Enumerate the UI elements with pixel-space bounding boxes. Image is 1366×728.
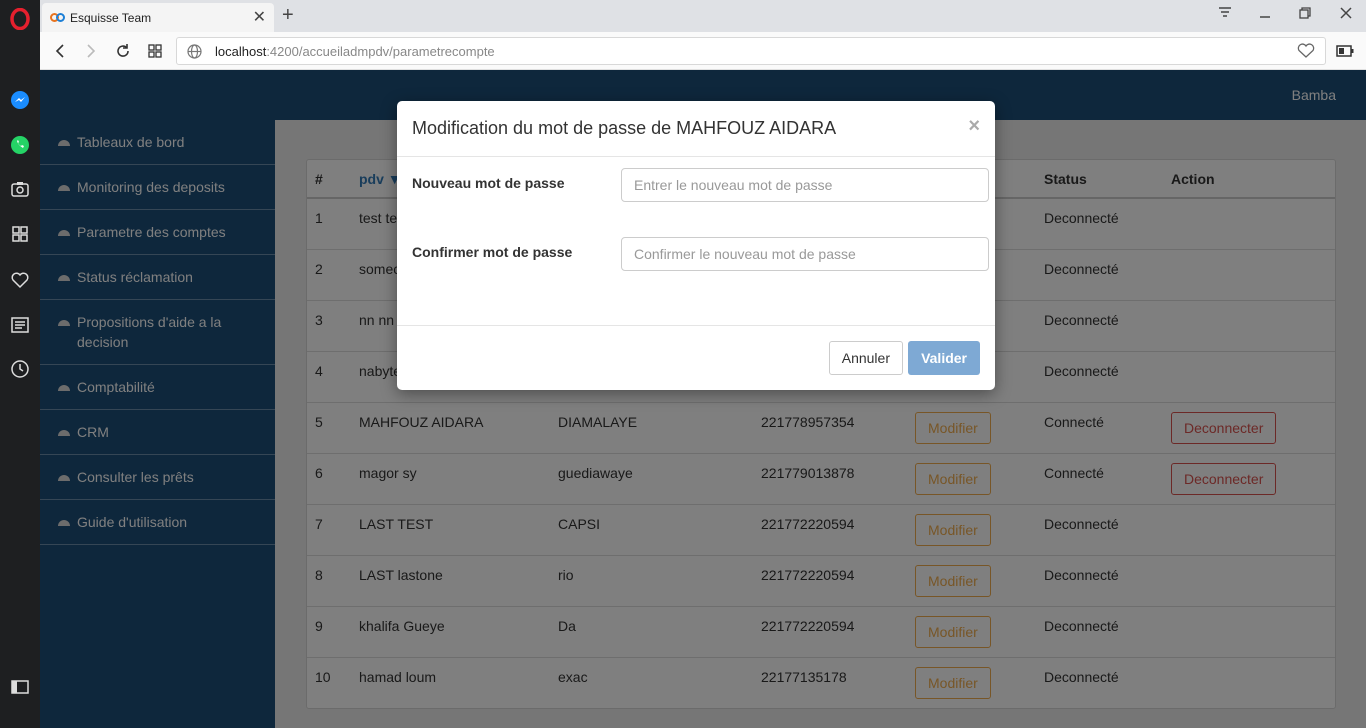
password-modal: Modification du mot de passe de MAHFOUZ … [397,101,995,390]
tab-menu-icon[interactable] [1215,6,1235,23]
tab-strip: Esquisse Team ✕ + [40,0,1366,32]
minimize-icon[interactable] [1255,6,1275,23]
confirm-password-label: Confirmer mot de passe [412,244,573,260]
new-password-input[interactable] [621,168,989,202]
new-tab-icon[interactable]: + [282,5,294,25]
modal-body: Nouveau mot de passe Confirmer mot de pa… [397,157,995,325]
cancel-button[interactable]: Annuler [828,341,903,375]
forward-icon[interactable] [80,40,102,62]
modal-header: Modification du mot de passe de MAHFOUZ … [397,101,995,157]
restore-icon[interactable] [1295,6,1315,23]
confirm-password-input[interactable] [621,237,989,271]
sidebar-toggle-icon[interactable] [10,677,30,697]
favicon-icon [50,12,66,24]
browser-tab[interactable]: Esquisse Team ✕ [42,3,274,32]
address-bar[interactable]: localhost:4200/accueiladmpdv/parametreco… [176,37,1326,65]
history-icon[interactable] [10,359,30,379]
tab-close-icon[interactable]: ✕ [253,9,266,26]
globe-icon [187,44,202,62]
close-window-icon[interactable] [1336,6,1356,23]
modal-title: Modification du mot de passe de MAHFOUZ … [412,118,837,138]
modal-footer: Annuler Valider [397,325,995,389]
submit-button[interactable]: Valider [908,341,980,375]
news-icon[interactable] [10,315,30,335]
battery-icon[interactable] [1334,40,1356,62]
url-host: localhost [215,43,267,59]
speed-dial-icon[interactable] [10,224,30,244]
whatsapp-icon[interactable] [10,135,30,155]
reload-icon[interactable] [112,40,134,62]
back-icon[interactable] [49,40,71,62]
camera-icon[interactable] [10,179,30,199]
messenger-icon[interactable] [10,90,30,110]
tabs-grid-icon[interactable] [144,40,166,62]
url-path: :4200/accueiladmpdv/parametrecompte [266,43,495,59]
opera-logo-icon[interactable] [10,8,30,30]
close-icon[interactable]: × [968,115,980,138]
browser-sidebar [0,0,40,728]
heart-icon[interactable] [10,270,30,290]
new-password-label: Nouveau mot de passe [412,175,565,191]
browser-toolbar: localhost:4200/accueiladmpdv/parametreco… [40,32,1366,70]
bookmark-heart-icon[interactable] [1297,43,1315,62]
tab-title: Esquisse Team [70,10,152,25]
